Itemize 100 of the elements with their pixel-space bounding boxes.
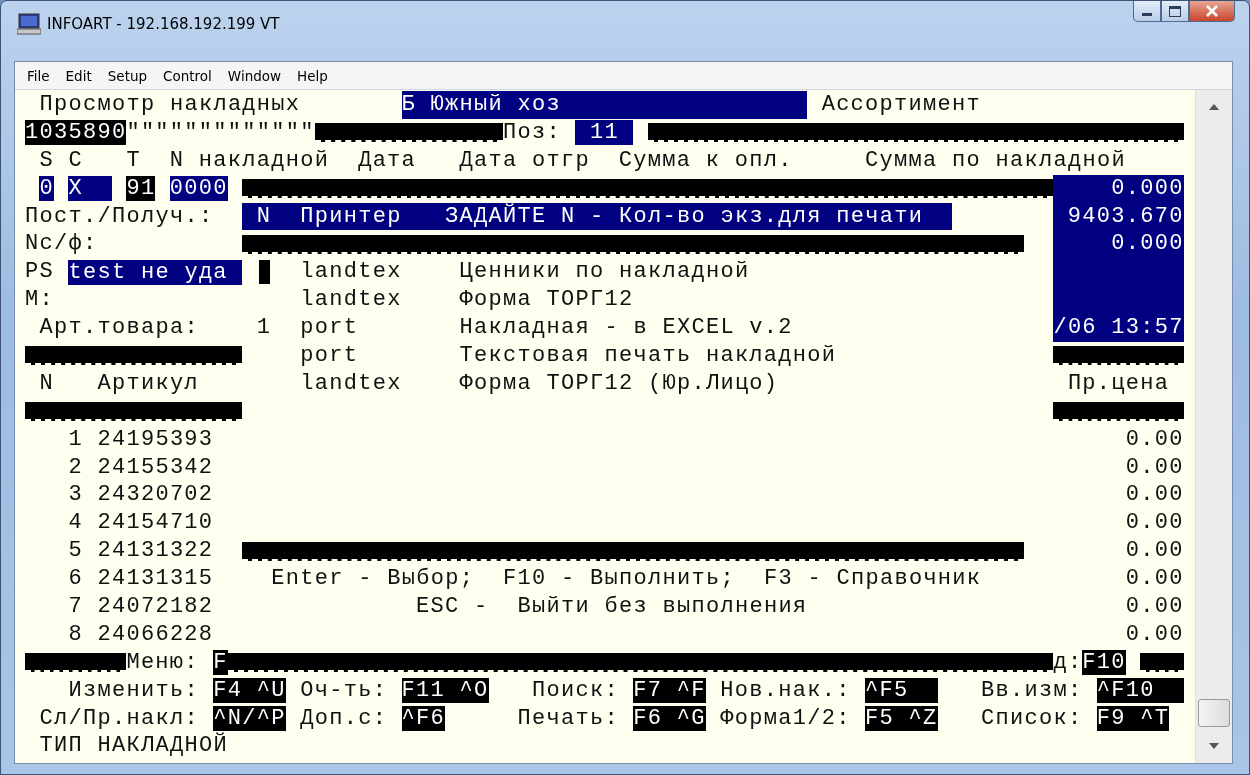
article-cell: 24155342 [97,453,214,482]
divider-bar [1140,653,1184,673]
menu-item[interactable]: Control [155,67,220,84]
menu-label: Меню: [126,648,199,677]
copies-cell[interactable]: 1 [256,314,272,342]
hotkey-label: Изменить: [68,676,199,705]
invoice-number-field[interactable]: 0000 [169,176,228,202]
article-cell: 24072182 [97,593,214,621]
column-header: T [126,146,141,175]
menu-item[interactable]: Window [219,67,290,84]
menu-item[interactable]: Help [289,67,336,84]
hotkey-label: Поиск: [531,676,619,705]
row-number: 6 [67,565,83,594]
column-header: N накладной [169,146,330,175]
close-button[interactable] [1189,1,1235,22]
field-label: M: [25,286,54,315]
hotkey-label: Оч-ть: [300,676,388,705]
form-cell[interactable]: Текстовая печать накладной [459,342,837,370]
row-number: 8 [67,620,83,649]
hotkey[interactable]: F4 ^U [213,678,286,704]
menu-item[interactable]: Edit [57,67,100,84]
hotkey[interactable]: F6 ^G [633,706,706,732]
price-cell-text: 0.00 [1124,593,1184,621]
field-label: Nc/ф: [25,230,98,259]
printer-cell[interactable]: landtex [300,286,402,315]
hotkey[interactable]: ^F6 [401,706,446,732]
row-number: 4 [67,509,83,538]
column-header: Дата [358,146,417,175]
key-hint: ESC - Выйти без выполнения [416,593,808,621]
column-header: Дата отгр [459,146,590,175]
hotkey[interactable]: ^N/^P [213,706,286,732]
hotkey[interactable]: F5 ^Z [865,706,938,732]
field-label: Пост./Получ.: [25,202,214,231]
form-cell[interactable]: Форма ТОРГ12 [459,286,634,315]
code-filler: """"""""""""" [126,118,315,147]
article-cell: 24131315 [97,565,214,594]
position-field[interactable]: 11 [575,120,634,146]
article-cell: 24066228 [97,620,214,649]
position-label: Поз: [503,118,561,147]
form-cell[interactable]: Ценники по накладной [459,258,750,287]
price-cell-text: 0.00 [1124,537,1184,566]
scroll-up-icon[interactable] [1209,104,1219,110]
form-cell[interactable]: Форма ТОРГ12 (Юр.Лицо) [459,369,779,398]
article-cell: 24154710 [97,509,214,538]
hotkey[interactable]: F11 ^O [401,678,489,704]
column-header: S [39,146,54,175]
scroll-thumb[interactable] [1198,699,1230,727]
price-cell-text: 0.00 [1124,565,1184,594]
type-field[interactable]: 91 [126,176,156,202]
total-value: 0.000 [1110,174,1184,203]
price-cell-text: 0.00 [1124,620,1184,649]
input-field[interactable]: test не уда [68,259,243,285]
row-number: 1 [67,425,83,454]
row-number: 7 [67,593,83,621]
hotkey[interactable]: F7 ^F [633,678,706,704]
printer-cell[interactable]: port [300,342,359,370]
document-code: 1035890 [25,120,127,146]
column-header: Принтер [300,202,402,231]
hotkey-label: Список: [980,704,1083,733]
minimize-button[interactable] [1133,1,1161,22]
hotkey[interactable]: ^F10 [1096,678,1184,704]
printer-cell[interactable]: port [300,314,359,342]
screen-title: Просмотр накладных [39,91,301,119]
close-icon [1205,5,1219,17]
price-cell-text: 0.00 [1124,425,1184,454]
hotkey-label: Сл/Пр.накл: [39,704,199,732]
maximize-icon [1169,5,1181,17]
hotkey[interactable]: F9 ^T [1096,706,1170,732]
total-value: 9403.670 [1066,202,1184,231]
status-line: ТИП НАКЛАДНОЙ [39,732,228,761]
printer-cell[interactable]: landtex [300,258,402,287]
scroll-down-icon[interactable] [1209,743,1219,749]
price-cell-text: 0.00 [1124,481,1184,510]
printer-cell[interactable]: landtex [300,369,402,398]
price-cell-text: 0.00 [1124,453,1184,482]
hotkey-label: Вв.изм: [980,676,1083,705]
code-field[interactable]: X [68,176,112,202]
status-field[interactable]: 0 [39,176,54,202]
terminal-icon [17,13,41,35]
form-cell[interactable]: Накладная - в EXCEL v.2 [459,314,793,342]
article-cell: 24320702 [97,481,214,510]
menu-key[interactable]: F [213,650,228,676]
maximize-button[interactable] [1161,1,1189,22]
column-header: C [68,146,83,175]
minimize-icon [1142,13,1152,16]
menu-key[interactable]: F10 [1082,650,1126,676]
article-cell: 24195393 [97,425,214,454]
column-header: N [39,369,54,398]
row-number: 5 [67,537,83,566]
menu-item[interactable]: Setup [99,67,156,84]
hotkey-label: Доп.с: [300,704,388,733]
hotkey-label: Нов.нак.: [720,676,851,705]
column-header: Сумма по накладной [865,146,1126,175]
menu-label: д: [1053,648,1083,677]
hotkey-label: Форма1/2: [720,704,851,733]
column-header: Артикул [97,369,199,398]
menu-item[interactable]: File [19,67,58,84]
hotkey[interactable]: ^F5 [865,678,938,704]
scrollbar[interactable] [1195,90,1232,763]
column-header: N [256,202,272,231]
